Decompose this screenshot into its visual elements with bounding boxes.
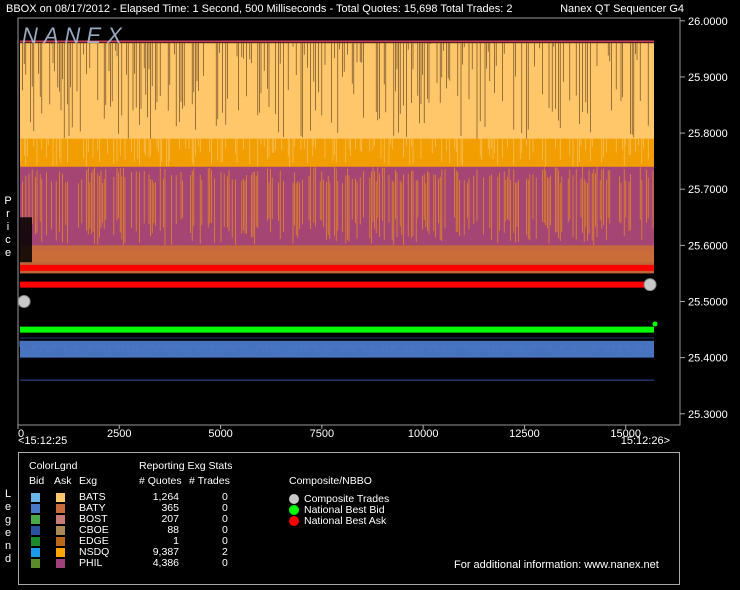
legend-stats-title: Reporting Exg Stats — [139, 460, 233, 472]
legend-ask-swatch-cboe — [56, 526, 65, 535]
legend-ask-swatch-phil — [56, 559, 65, 568]
legend-ask-header: Ask — [54, 475, 72, 487]
x-end-label: 15:12:26> — [621, 435, 670, 447]
legend-trades-header: # Trades — [189, 475, 230, 487]
best-bid-end-marker — [652, 321, 658, 327]
early-bid-black-block — [20, 217, 32, 263]
legend-quotes-header: # Quotes — [139, 475, 182, 487]
y-tick-label-3: 25.7000 — [688, 184, 728, 196]
y-tick-label-1: 25.9000 — [688, 72, 728, 84]
legend-bid-header: Bid — [29, 475, 45, 487]
y-tick-label-0: 26.0000 — [688, 16, 728, 28]
legend-panel: ColorLgnd Bid Ask Exg Reporting Exg Stat… — [18, 452, 680, 585]
legend-colorlgnd: ColorLgnd — [29, 460, 78, 472]
x-start-label: <15:12:25 — [18, 435, 67, 447]
legend-composite-title: Composite/NBBO — [289, 475, 372, 487]
legend-bid-swatch-bost — [31, 515, 40, 524]
legend-ask-swatch-edge — [56, 537, 65, 546]
quote-band-4 — [20, 340, 654, 358]
legend-composite-dot-1 — [289, 505, 299, 515]
legend-bid-swatch-cboe — [31, 526, 40, 535]
legend-composite-label-2: National Best Ask — [304, 515, 387, 527]
y-tick-label-5: 25.5000 — [688, 296, 728, 308]
legend-bid-swatch-baty — [31, 504, 40, 513]
x-tick-label-4: 10000 — [408, 428, 439, 440]
composite-trade-point-1 — [643, 278, 657, 292]
legend-exg-phil: PHIL — [79, 557, 103, 569]
x-tick-label-1: 2500 — [107, 428, 131, 440]
composite-trade-point-0 — [17, 294, 31, 308]
legend-bid-swatch-edge — [31, 537, 40, 546]
legend-bid-swatch-nsdq — [31, 548, 40, 557]
y-tick-label-6: 25.4000 — [688, 353, 728, 365]
legend-ask-swatch-bost — [56, 515, 65, 524]
legend-bid-swatch-phil — [31, 559, 40, 568]
legend-axis-label: Legend — [4, 488, 12, 565]
y-tick-label-2: 25.8000 — [688, 128, 728, 140]
legend-composite-dot-2 — [289, 516, 299, 526]
x-tick-label-3: 7500 — [310, 428, 334, 440]
legend-footer: For additional information: www.nanex.ne… — [454, 559, 659, 571]
quote-band-1 — [20, 43, 654, 139]
legend-ask-swatch-bats — [56, 493, 65, 502]
price-chart: 26.0000 25.9000 25.8000 25.7000 25.6000 25.50… — [17, 16, 728, 447]
legend-trades-phil: 0 — [222, 557, 228, 569]
y-tick-label-7: 25.3000 — [688, 409, 728, 421]
legend-ask-swatch-nsdq — [56, 548, 65, 557]
legend-quotes-phil: 4,386 — [152, 557, 179, 569]
nanex-logo: NANEX — [22, 23, 128, 48]
legend-ask-swatch-baty — [56, 504, 65, 513]
x-tick-label-2: 5000 — [208, 428, 232, 440]
legend-composite-dot-0 — [289, 494, 299, 504]
y-axis-label: Price — [4, 195, 12, 259]
legend-exg-header: Exg — [79, 475, 98, 487]
x-tick-label-5: 12500 — [509, 428, 540, 440]
legend-bid-swatch-bats — [31, 493, 40, 502]
y-tick-label-4: 25.6000 — [688, 240, 728, 252]
